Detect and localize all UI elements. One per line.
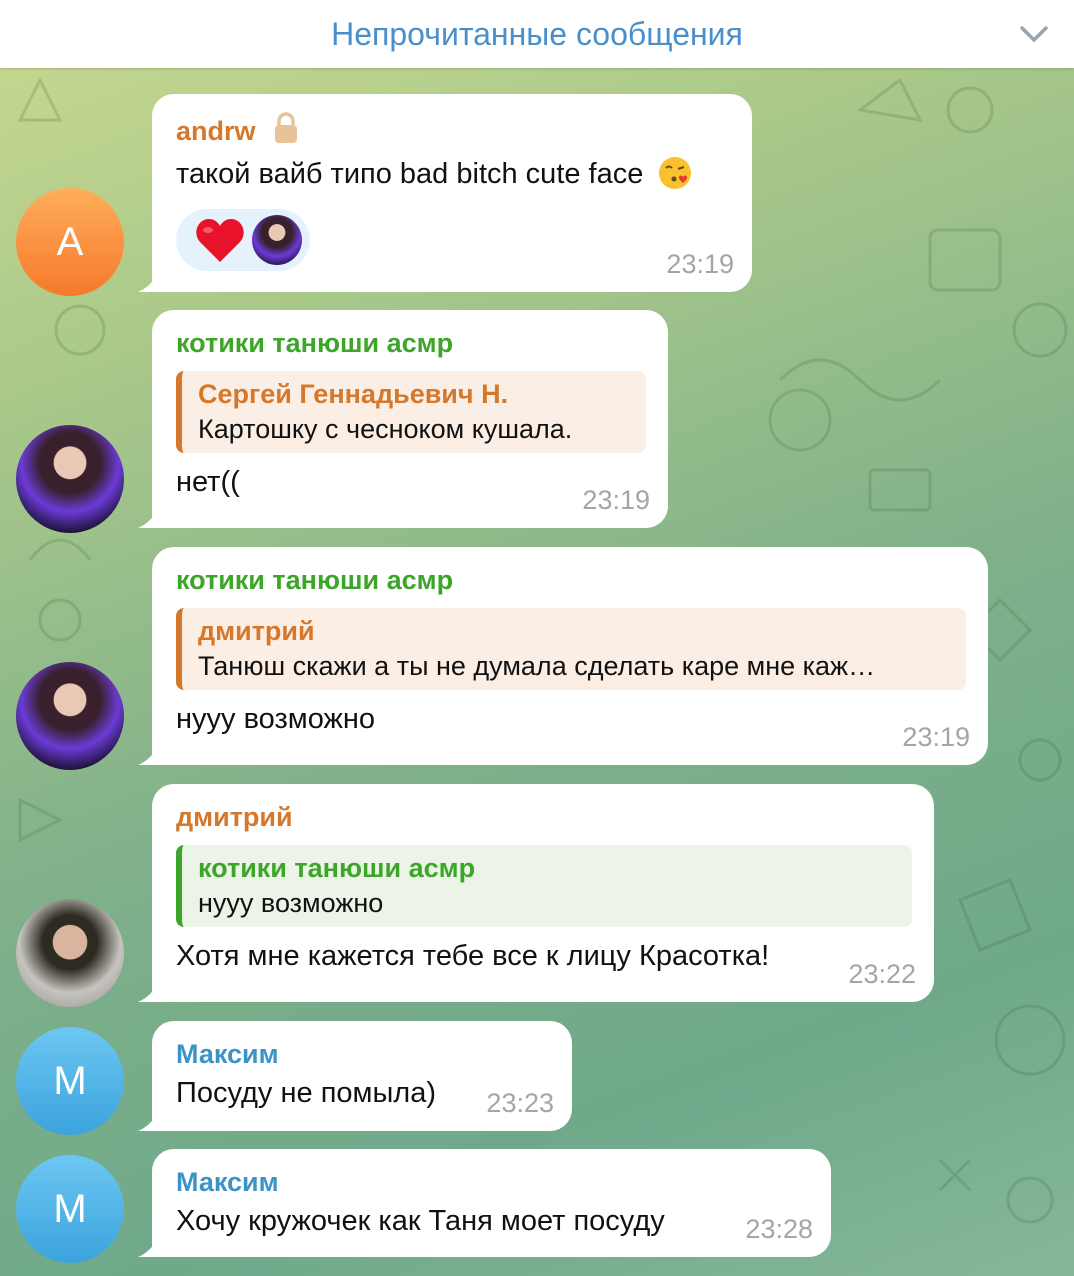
heart-icon <box>196 219 244 262</box>
avatar[interactable]: M <box>16 1155 124 1263</box>
message-time: 23:22 <box>848 959 916 989</box>
reply-quote[interactable]: дмитрий Танюш скажи а ты не думала сдела… <box>176 608 966 690</box>
bubble-tail <box>138 982 158 1002</box>
bubble-tail <box>138 745 158 765</box>
avatar-letter: A <box>56 219 84 264</box>
reply-sender: дмитрий <box>198 616 315 646</box>
avatar[interactable] <box>16 662 124 770</box>
avatar[interactable]: A <box>16 188 124 296</box>
bubble-tail <box>138 272 158 292</box>
avatar-letter: M <box>53 1058 87 1103</box>
reply-sender: котики танюши асмр <box>198 853 476 883</box>
message-time: 23:19 <box>582 485 650 515</box>
bubble-tail <box>138 508 158 528</box>
avatar[interactable] <box>16 899 124 1007</box>
avatar[interactable] <box>16 425 124 533</box>
message-bubble[interactable]: Максим Посуду не помыла) 23:23 <box>138 1021 572 1131</box>
message-time: 23:23 <box>486 1088 554 1118</box>
message-text: такой вайб типо bad bitch cute face <box>176 158 644 190</box>
message-bubble[interactable]: котики танюши асмр Сергей Геннадьевич Н.… <box>138 310 668 528</box>
message-bubble[interactable]: andrw такой вайб типо bad bitch cute fac… <box>138 94 752 292</box>
message-bubble[interactable]: Максим Хочу кружочек как Таня моет посуд… <box>138 1149 831 1257</box>
lock-icon <box>275 112 298 143</box>
sender-name[interactable]: andrw <box>176 116 256 146</box>
sender-name[interactable]: дмитрий <box>176 802 912 833</box>
unread-messages-header[interactable]: Непрочитанные сообщения <box>0 0 1074 68</box>
bubble-tail <box>138 1237 158 1257</box>
message-time: 23:19 <box>666 249 734 279</box>
avatar-letter: M <box>53 1186 87 1231</box>
reply-quote[interactable]: котики танюши асмр нууу возможно <box>176 845 912 927</box>
message-bubble[interactable]: дмитрий котики танюши асмр нууу возможно… <box>138 784 934 1002</box>
reaction-chip[interactable] <box>176 209 310 271</box>
message-text: нууу возможно <box>176 703 376 735</box>
reactor-avatar <box>252 215 302 265</box>
avatar[interactable]: M <box>16 1027 124 1135</box>
message-text: Хочу кружочек как Таня моет посуду <box>176 1205 665 1237</box>
header-title: Непрочитанные сообщения <box>331 15 743 52</box>
reply-text: Танюш скажи а ты не думала сделать каре … <box>198 651 876 681</box>
sender-name[interactable]: котики танюши асмр <box>176 328 646 359</box>
sender-name[interactable]: котики танюши асмр <box>176 565 966 596</box>
sender-name[interactable]: Максим <box>176 1039 550 1070</box>
reply-quote[interactable]: Сергей Геннадьевич Н. Картошку с чесноко… <box>176 371 646 453</box>
message-bubble[interactable]: котики танюши асмр дмитрий Танюш скажи а… <box>138 547 988 765</box>
reply-text: Картошку с чесноком кушала. <box>198 414 573 444</box>
bubble-tail <box>138 1111 158 1131</box>
kissing-face-emoji-icon <box>659 157 692 189</box>
sender-name[interactable]: Максим <box>176 1167 809 1198</box>
message-time: 23:19 <box>902 722 970 752</box>
message-text: Хотя мне кажется тебе все к лицу Красотк… <box>176 940 770 972</box>
chevron-down-icon[interactable] <box>1018 20 1050 48</box>
message-text: нет(( <box>176 466 240 498</box>
reply-sender: Сергей Геннадьевич Н. <box>198 379 509 409</box>
message-time: 23:28 <box>745 1214 813 1244</box>
reply-text: нууу возможно <box>198 888 384 918</box>
